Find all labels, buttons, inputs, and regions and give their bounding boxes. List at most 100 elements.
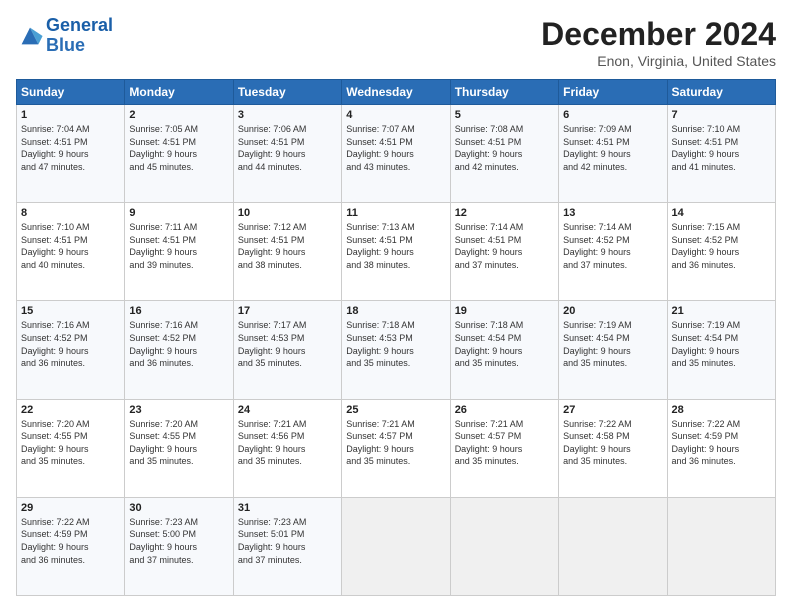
day-number: 27 <box>563 404 662 416</box>
day-number: 13 <box>563 207 662 219</box>
page: General Blue December 2024 Enon, Virgini… <box>0 0 792 612</box>
day-cell: 25 Sunrise: 7:21 AM Sunset: 4:57 PM Dayli… <box>342 399 450 497</box>
day-cell: 4 Sunrise: 7:07 AM Sunset: 4:51 PM Daylig… <box>342 105 450 203</box>
calendar-table: SundayMondayTuesdayWednesdayThursdayFrid… <box>16 79 776 596</box>
day-cell <box>342 497 450 595</box>
day-cell: 15Sunrise: 7:16 AM Sunset: 4:52 PM Dayli… <box>17 301 125 399</box>
day-cell: 31 Sunrise: 7:23 AM Sunset: 5:01 PM Dayli… <box>233 497 341 595</box>
day-number: 4 <box>346 109 445 121</box>
day-cell: 16 Sunrise: 7:16 AM Sunset: 4:52 PM Dayli… <box>125 301 233 399</box>
day-number: 7 <box>672 109 771 121</box>
day-info: Sunrise: 7:10 AM Sunset: 4:51 PM Dayligh… <box>672 123 771 173</box>
day-number: 15 <box>21 305 120 317</box>
day-info: Sunrise: 7:11 AM Sunset: 4:51 PM Dayligh… <box>129 221 228 271</box>
day-number: 9 <box>129 207 228 219</box>
day-number: 18 <box>346 305 445 317</box>
weekday-header-wednesday: Wednesday <box>342 80 450 105</box>
day-cell: 1 Sunrise: 7:04 AM Sunset: 4:51 PM Daylig… <box>17 105 125 203</box>
day-info: Sunrise: 7:22 AM Sunset: 4:59 PM Dayligh… <box>21 516 120 566</box>
day-cell <box>667 497 775 595</box>
day-number: 22 <box>21 404 120 416</box>
week-row-2: 8 Sunrise: 7:10 AM Sunset: 4:51 PM Daylig… <box>17 203 776 301</box>
weekday-header-sunday: Sunday <box>17 80 125 105</box>
day-info: Sunrise: 7:14 AM Sunset: 4:52 PM Dayligh… <box>563 221 662 271</box>
day-cell: 5Sunrise: 7:08 AM Sunset: 4:51 PM Daylig… <box>450 105 558 203</box>
day-info: Sunrise: 7:06 AM Sunset: 4:51 PM Dayligh… <box>238 123 337 173</box>
day-cell: 12Sunrise: 7:14 AM Sunset: 4:51 PM Dayli… <box>450 203 558 301</box>
day-cell: 10Sunrise: 7:12 AM Sunset: 4:51 PM Dayli… <box>233 203 341 301</box>
day-number: 8 <box>21 207 120 219</box>
day-number: 6 <box>563 109 662 121</box>
day-number: 26 <box>455 404 554 416</box>
day-cell: 18 Sunrise: 7:18 AM Sunset: 4:53 PM Dayli… <box>342 301 450 399</box>
day-info: Sunrise: 7:07 AM Sunset: 4:51 PM Dayligh… <box>346 123 445 173</box>
day-cell: 17Sunrise: 7:17 AM Sunset: 4:53 PM Dayli… <box>233 301 341 399</box>
week-row-5: 29Sunrise: 7:22 AM Sunset: 4:59 PM Dayli… <box>17 497 776 595</box>
day-info: Sunrise: 7:05 AM Sunset: 4:51 PM Dayligh… <box>129 123 228 173</box>
logo-blue: Blue <box>46 35 85 55</box>
week-row-3: 15 Sunrise: 7:16 AM Sunset: 4:52 PM Dayli… <box>17 301 776 399</box>
day-cell: 11Sunrise: 7:13 AM Sunset: 4:51 PM Dayli… <box>342 203 450 301</box>
day-cell <box>450 497 558 595</box>
day-number: 16 <box>129 305 228 317</box>
day-number: 21 <box>672 305 771 317</box>
day-info: Sunrise: 7:20 AM Sunset: 4:55 PM Dayligh… <box>129 418 228 468</box>
day-number: 12 <box>455 207 554 219</box>
day-number: 10 <box>238 207 337 219</box>
day-info: Sunrise: 7:21 AM Sunset: 4:57 PM Dayligh… <box>346 418 445 468</box>
logo-text: General Blue <box>46 16 113 56</box>
day-cell: 26 Sunrise: 7:21 AM Sunset: 4:57 PM Dayli… <box>450 399 558 497</box>
day-cell: 30 Sunrise: 7:23 AM Sunset: 5:00 PM Dayli… <box>125 497 233 595</box>
title-block: December 2024 Enon, Virginia, United Sta… <box>541 16 776 69</box>
day-info: Sunrise: 7:21 AM Sunset: 4:56 PM Dayligh… <box>238 418 337 468</box>
day-cell: 7 Sunrise: 7:10 AM Sunset: 4:51 PM Daylig… <box>667 105 775 203</box>
day-number: 2 <box>129 109 228 121</box>
day-cell: 27Sunrise: 7:22 AM Sunset: 4:58 PM Dayli… <box>559 399 667 497</box>
day-number: 14 <box>672 207 771 219</box>
day-info: Sunrise: 7:21 AM Sunset: 4:57 PM Dayligh… <box>455 418 554 468</box>
day-number: 3 <box>238 109 337 121</box>
day-cell: 24Sunrise: 7:21 AM Sunset: 4:56 PM Dayli… <box>233 399 341 497</box>
day-number: 28 <box>672 404 771 416</box>
day-info: Sunrise: 7:17 AM Sunset: 4:53 PM Dayligh… <box>238 319 337 369</box>
day-cell: 29Sunrise: 7:22 AM Sunset: 4:59 PM Dayli… <box>17 497 125 595</box>
day-number: 30 <box>129 502 228 514</box>
logo: General Blue <box>16 16 113 56</box>
day-number: 19 <box>455 305 554 317</box>
day-number: 5 <box>455 109 554 121</box>
day-info: Sunrise: 7:04 AM Sunset: 4:51 PM Dayligh… <box>21 123 120 173</box>
weekday-header-friday: Friday <box>559 80 667 105</box>
day-cell: 19 Sunrise: 7:18 AM Sunset: 4:54 PM Dayli… <box>450 301 558 399</box>
day-number: 25 <box>346 404 445 416</box>
day-info: Sunrise: 7:23 AM Sunset: 5:01 PM Dayligh… <box>238 516 337 566</box>
day-cell: 3 Sunrise: 7:06 AM Sunset: 4:51 PM Daylig… <box>233 105 341 203</box>
day-info: Sunrise: 7:23 AM Sunset: 5:00 PM Dayligh… <box>129 516 228 566</box>
day-number: 11 <box>346 207 445 219</box>
day-number: 23 <box>129 404 228 416</box>
day-info: Sunrise: 7:18 AM Sunset: 4:53 PM Dayligh… <box>346 319 445 369</box>
day-info: Sunrise: 7:16 AM Sunset: 4:52 PM Dayligh… <box>129 319 228 369</box>
day-cell: 28 Sunrise: 7:22 AM Sunset: 4:59 PM Dayli… <box>667 399 775 497</box>
month-title: December 2024 <box>541 16 776 53</box>
day-info: Sunrise: 7:20 AM Sunset: 4:55 PM Dayligh… <box>21 418 120 468</box>
calendar-header-row: SundayMondayTuesdayWednesdayThursdayFrid… <box>17 80 776 105</box>
day-info: Sunrise: 7:22 AM Sunset: 4:59 PM Dayligh… <box>672 418 771 468</box>
weekday-header-tuesday: Tuesday <box>233 80 341 105</box>
day-cell: 22 Sunrise: 7:20 AM Sunset: 4:55 PM Dayli… <box>17 399 125 497</box>
day-cell: 21Sunrise: 7:19 AM Sunset: 4:54 PM Dayli… <box>667 301 775 399</box>
day-cell: 14Sunrise: 7:15 AM Sunset: 4:52 PM Dayli… <box>667 203 775 301</box>
weekday-header-thursday: Thursday <box>450 80 558 105</box>
week-row-4: 22 Sunrise: 7:20 AM Sunset: 4:55 PM Dayli… <box>17 399 776 497</box>
weekday-header-monday: Monday <box>125 80 233 105</box>
day-cell: 9 Sunrise: 7:11 AM Sunset: 4:51 PM Daylig… <box>125 203 233 301</box>
header: General Blue December 2024 Enon, Virgini… <box>16 16 776 69</box>
day-number: 1 <box>21 109 120 121</box>
week-row-1: 1 Sunrise: 7:04 AM Sunset: 4:51 PM Daylig… <box>17 105 776 203</box>
day-info: Sunrise: 7:10 AM Sunset: 4:51 PM Dayligh… <box>21 221 120 271</box>
day-info: Sunrise: 7:19 AM Sunset: 4:54 PM Dayligh… <box>563 319 662 369</box>
day-cell: 23 Sunrise: 7:20 AM Sunset: 4:55 PM Dayli… <box>125 399 233 497</box>
day-info: Sunrise: 7:18 AM Sunset: 4:54 PM Dayligh… <box>455 319 554 369</box>
logo-general: General <box>46 15 113 35</box>
day-cell: 6Sunrise: 7:09 AM Sunset: 4:51 PM Daylig… <box>559 105 667 203</box>
day-number: 31 <box>238 502 337 514</box>
